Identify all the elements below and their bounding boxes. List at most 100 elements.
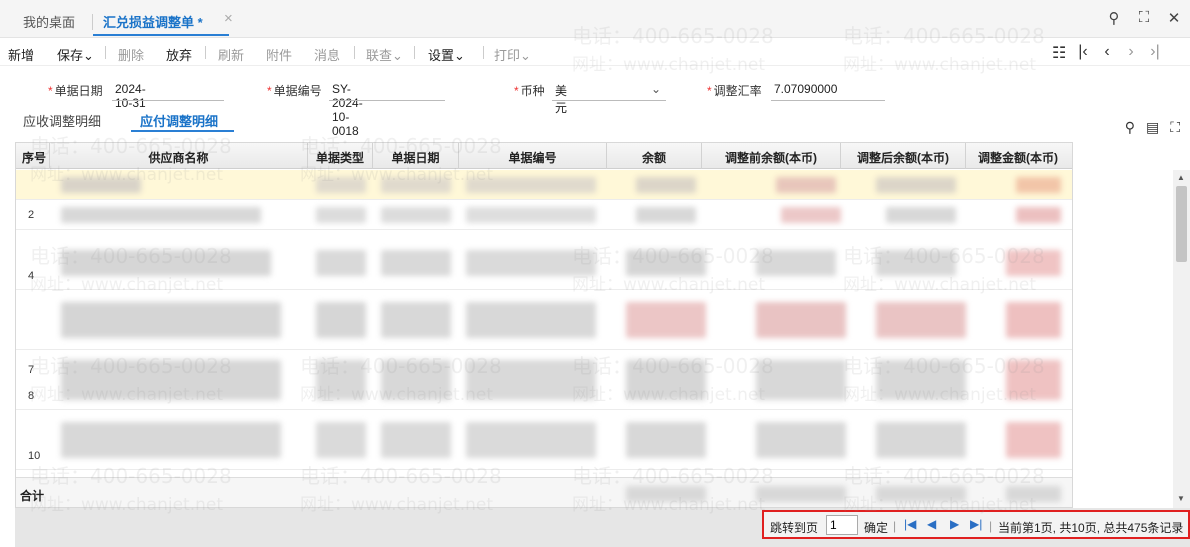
chevron-down-icon: ⌄ [520, 48, 531, 63]
blurred-cell [381, 360, 451, 400]
tab-payable-detail[interactable]: 应付调整明细 [140, 111, 218, 130]
previous-record-icon[interactable]: ‹ [1100, 43, 1114, 63]
column-header[interactable]: 单据日期 [373, 149, 458, 166]
chevron-down-icon[interactable]: ⌄ [651, 82, 661, 96]
total-row: 合计 [16, 477, 1072, 507]
required-mark: * [48, 84, 53, 98]
grid-tools: ⚲ ▤ ⛶ [1125, 119, 1180, 136]
blurred-cell [876, 250, 956, 276]
currency-select[interactable]: 美元 [555, 82, 567, 116]
tab-exchange-adjust[interactable]: 汇兑损益调整单 * [93, 12, 229, 36]
column-header[interactable]: 调整后余额(本币) [841, 149, 965, 166]
blurred-cell [316, 302, 366, 338]
blurred-cell [756, 302, 846, 338]
blurred-cell [316, 207, 366, 223]
blurred-cell [381, 207, 451, 223]
maximize-icon[interactable]: ⛶ [1136, 9, 1152, 27]
row-number: 10 [28, 450, 41, 462]
locate-icon[interactable]: ☷ [1052, 43, 1066, 63]
blurred-cell [756, 422, 846, 458]
row-number: 8 [28, 390, 35, 402]
save-button[interactable]: 保存⌄ [57, 45, 94, 64]
code-input[interactable]: SY-2024-10-0018 [332, 82, 363, 138]
blurred-cell [316, 360, 366, 400]
location-pin-icon[interactable]: ⚲ [1125, 119, 1135, 136]
page-status: 当前第1页, 共10页, 总共475条记录 [998, 521, 1184, 535]
blurred-cell [626, 486, 706, 502]
blurred-cell [756, 250, 836, 276]
tab-exchange-adjust-label: 汇兑损益调整单 * [103, 15, 203, 30]
column-header[interactable]: 供应商名称 [50, 149, 307, 166]
date-field: * 单据日期 2024-10-31 [48, 82, 224, 110]
blurred-cell [61, 207, 261, 223]
table-row[interactable]: 4 [16, 230, 1072, 290]
column-header[interactable]: 余额 [607, 149, 701, 166]
tab-home[interactable]: 我的桌面 [23, 12, 75, 31]
discard-button[interactable]: 放弃 [166, 45, 192, 64]
confirm-button[interactable]: 确定 [864, 519, 888, 536]
table-row[interactable] [16, 170, 1072, 200]
new-button[interactable]: 新增 [8, 45, 34, 64]
next-page-icon[interactable]: ▶ [950, 517, 959, 531]
rate-field: * 调整汇率 7.07090000 [707, 82, 885, 101]
column-settings-icon[interactable]: ▤ [1146, 119, 1159, 136]
table-row[interactable]: 7 8 [16, 350, 1072, 410]
blurred-cell [876, 360, 966, 400]
blurred-cell [381, 422, 451, 458]
chevron-down-icon: ⌄ [392, 48, 403, 63]
first-record-icon[interactable]: |‹ [1076, 43, 1090, 63]
table-row[interactable]: 10 [16, 410, 1072, 470]
tab-close-icon[interactable]: × [224, 10, 233, 27]
last-page-icon[interactable]: ▶| [970, 517, 982, 531]
prev-page-icon[interactable]: ◀ [927, 517, 936, 531]
tab-receivable-detail[interactable]: 应收调整明细 [23, 111, 101, 130]
currency-underline [552, 100, 666, 101]
column-header[interactable]: 调整金额(本币) [966, 149, 1070, 166]
print-label: 打印 [494, 48, 521, 63]
blurred-cell [381, 177, 451, 193]
attachment-button[interactable]: 附件 [266, 45, 292, 64]
blurred-cell [466, 422, 596, 458]
fullscreen-icon[interactable]: ⛶ [1170, 119, 1180, 136]
pager-separator: | [893, 519, 897, 533]
date-label: 单据日期 [54, 84, 103, 98]
page-number-input[interactable] [826, 515, 858, 535]
refresh-button[interactable]: 刷新 [218, 45, 244, 64]
print-button[interactable]: 打印⌄ [494, 45, 531, 64]
pager-separator: | [989, 519, 993, 533]
last-record-icon[interactable]: ›| [1148, 43, 1162, 63]
scroll-down-icon[interactable]: ▼ [1177, 494, 1185, 503]
rate-input[interactable]: 7.07090000 [774, 82, 837, 96]
table-row[interactable]: 2 [16, 200, 1072, 230]
toolbar-separator [205, 46, 206, 59]
rate-label: 调整汇率 [713, 84, 762, 98]
scrollbar-thumb[interactable] [1176, 186, 1187, 262]
scroll-up-icon[interactable]: ▲ [1177, 173, 1185, 182]
blurred-cell [466, 177, 596, 193]
blurred-cell [1006, 250, 1061, 276]
column-header[interactable]: 单据类型 [308, 149, 372, 166]
blurred-cell [466, 360, 596, 400]
settings-button[interactable]: 设置⌄ [428, 45, 465, 64]
delete-button[interactable]: 删除 [118, 45, 144, 64]
date-input[interactable]: 2024-10-31 [115, 82, 146, 110]
column-header[interactable]: 序号 [20, 149, 48, 166]
blurred-cell [466, 250, 596, 276]
linked-query-label: 联查 [366, 48, 393, 63]
message-button[interactable]: 消息 [314, 45, 340, 64]
linked-query-button[interactable]: 联查⌄ [366, 45, 403, 64]
search-icon[interactable]: ⚲ [1106, 9, 1122, 27]
blurred-cell [316, 250, 366, 276]
column-header[interactable]: 调整前余额(本币) [702, 149, 840, 166]
blurred-cell [876, 422, 966, 458]
blurred-cell [61, 422, 281, 458]
first-page-icon[interactable]: |◀ [904, 517, 916, 531]
table-row[interactable] [16, 290, 1072, 350]
window-controls: ⚲ ⛶ ✕ [1106, 9, 1182, 27]
close-icon[interactable]: ✕ [1166, 9, 1182, 27]
vertical-scrollbar[interactable]: ▲ ▼ [1173, 170, 1190, 508]
blurred-cell [466, 207, 596, 223]
next-record-icon[interactable]: › [1124, 43, 1138, 63]
column-header[interactable]: 单据编号 [459, 149, 606, 166]
blurred-cell [756, 486, 846, 502]
